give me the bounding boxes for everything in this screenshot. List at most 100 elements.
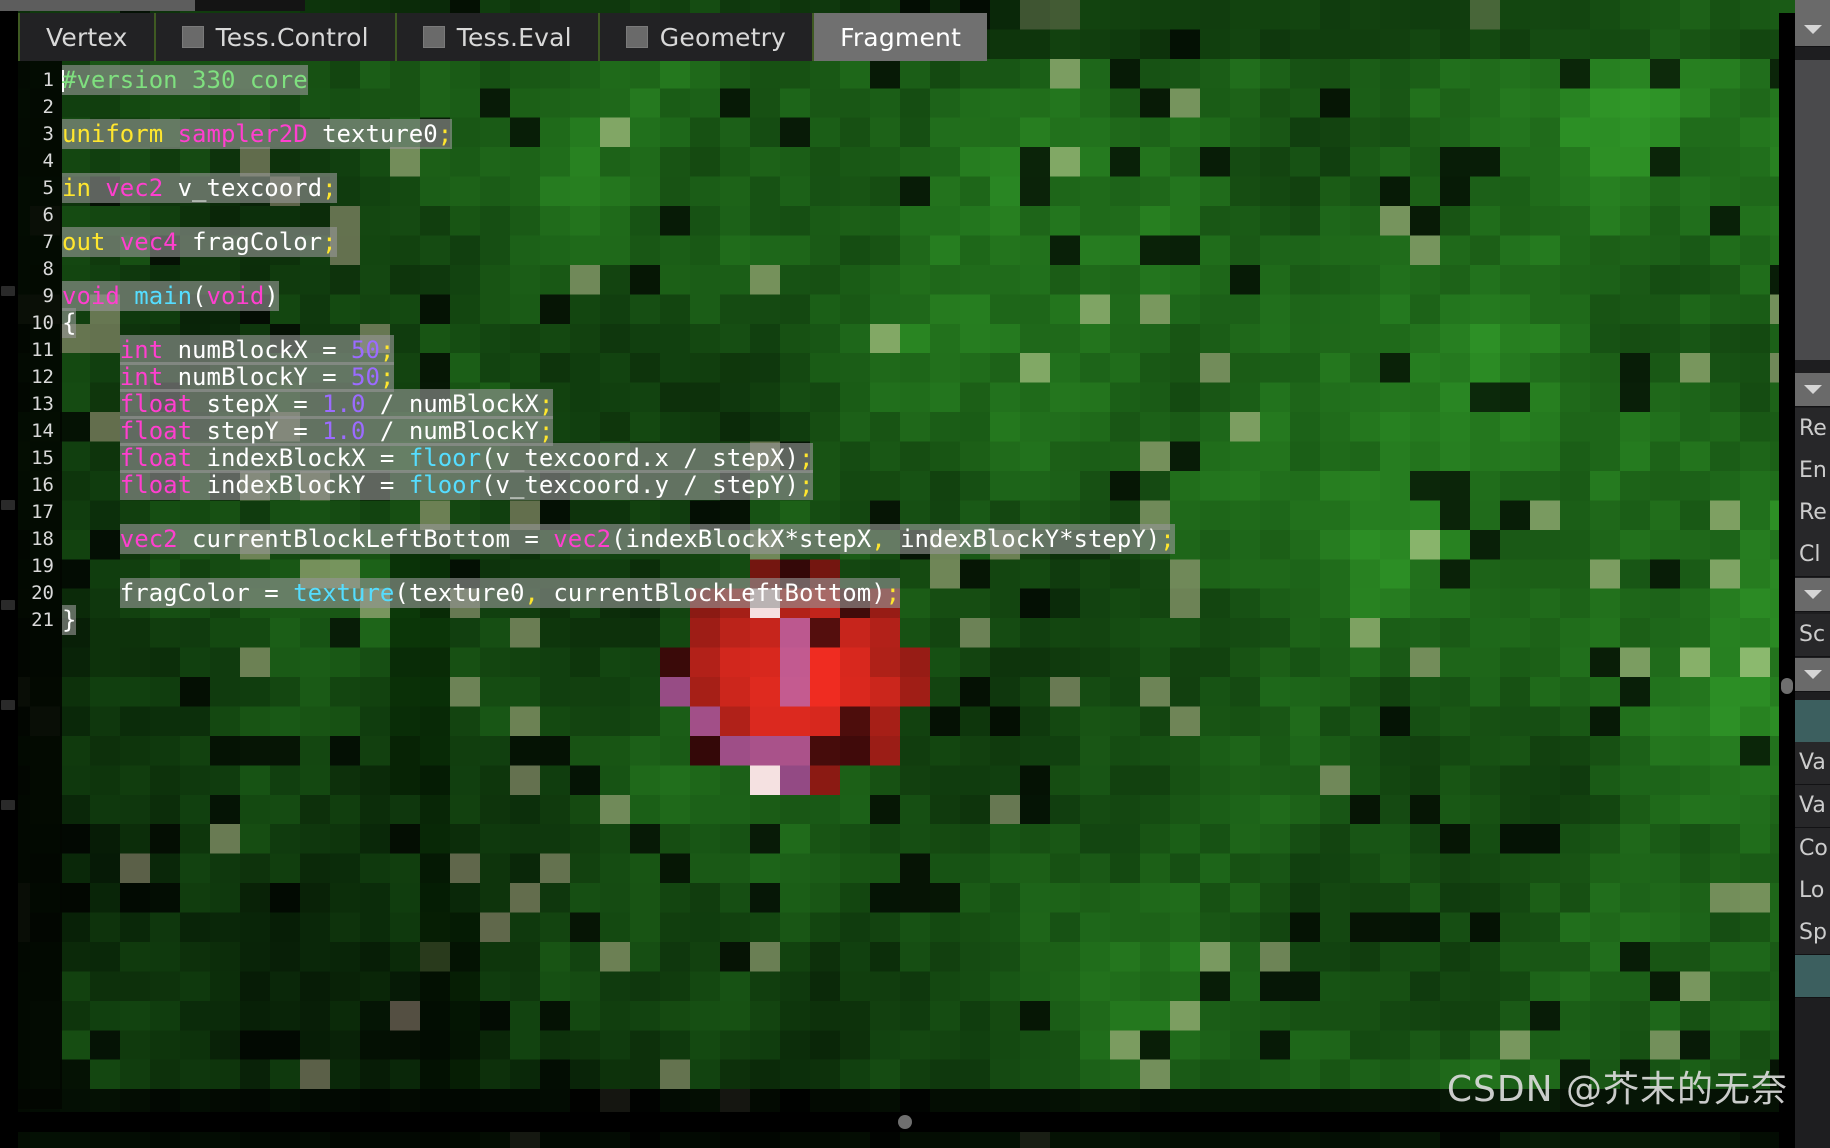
panel-dropdown-header[interactable]: [1795, 658, 1830, 692]
code-line[interactable]: float indexBlockY = floor(v_texcoord.y /…: [62, 470, 1762, 500]
tab-fragment[interactable]: Fragment: [814, 13, 988, 61]
code-line[interactable]: fragColor = texture(texture0, currentBlo…: [62, 578, 1762, 608]
panel-dropdown-header[interactable]: [1795, 373, 1830, 407]
tab-label: Fragment: [840, 22, 962, 52]
code-line-text: float stepY = 1.0 / numBlockY;: [119, 416, 554, 446]
code-line[interactable]: [62, 148, 1762, 175]
panel-row[interactable]: Va: [1795, 785, 1830, 828]
tab-label: Geometry: [659, 22, 787, 52]
code-line-text: vec2 currentBlockLeftBottom = vec2(index…: [119, 524, 1175, 554]
code-line[interactable]: int numBlockX = 50;: [62, 335, 1762, 365]
app-root: Vertex Tess.Control Tess.Eval Geometry Fragm…: [0, 0, 1830, 1148]
code-line-text: {: [62, 308, 77, 338]
code-line[interactable]: [62, 499, 1762, 526]
right-properties-panel[interactable]: Re En Re Cl Sc Va Va Co Lo Sp: [1795, 13, 1830, 1148]
chevron-down-icon[interactable]: [1803, 385, 1822, 394]
code-line[interactable]: in vec2 v_texcoord;: [62, 173, 1762, 203]
panel-row[interactable]: [1795, 955, 1830, 998]
line-number: 14: [31, 420, 54, 442]
line-number: 4: [42, 150, 54, 172]
line-number: 1: [42, 69, 54, 91]
panel-row[interactable]: Sc: [1795, 614, 1830, 657]
code-line[interactable]: float stepY = 1.0 / numBlockY;: [62, 416, 1762, 446]
line-number: 3: [42, 123, 54, 145]
panel-row[interactable]: Va: [1795, 742, 1830, 785]
line-number: 2: [42, 96, 54, 118]
checkbox-icon[interactable]: [422, 26, 445, 48]
panel-row[interactable]: Sp: [1795, 912, 1830, 955]
line-number: 5: [42, 177, 54, 199]
line-number: 15: [31, 447, 54, 469]
code-line-text: #version 330 core: [62, 65, 308, 95]
checkbox-icon[interactable]: [625, 26, 648, 48]
panel-row[interactable]: Re: [1795, 492, 1830, 535]
chevron-down-icon[interactable]: [1803, 590, 1822, 599]
panel-row-label: Re: [1799, 416, 1827, 441]
panel-row[interactable]: Lo: [1795, 870, 1830, 913]
tab-vertex[interactable]: Vertex: [18, 13, 156, 61]
code-line-text: float stepX = 1.0 / numBlockX;: [119, 389, 554, 419]
line-number: 9: [42, 285, 54, 307]
vertical-scrollbar[interactable]: [1779, 13, 1795, 1148]
code-line[interactable]: #version 330 core: [62, 65, 1762, 95]
tab-label: Tess.Control: [215, 22, 369, 52]
line-number: 6: [42, 204, 54, 226]
line-number: 20: [31, 582, 54, 604]
code-line[interactable]: vec2 currentBlockLeftBottom = vec2(index…: [62, 524, 1762, 554]
code-line[interactable]: [62, 94, 1762, 121]
code-line[interactable]: [62, 202, 1762, 229]
panel-row[interactable]: Re: [1795, 408, 1830, 451]
panel-row[interactable]: [1795, 700, 1830, 743]
line-number: 11: [31, 339, 54, 361]
panel-dropdown-header[interactable]: [1795, 578, 1830, 612]
code-line[interactable]: out vec4 fragColor;: [62, 227, 1762, 257]
code-line-text: out vec4 fragColor;: [62, 227, 337, 257]
vertical-scrollbar-thumb[interactable]: [1781, 678, 1793, 694]
glsl-code-editor[interactable]: #version 330 core uniform sampler2D text…: [62, 65, 1762, 635]
horizontal-scrollbar[interactable]: [18, 1112, 1795, 1132]
panel-row-label: Sc: [1799, 622, 1826, 647]
panel-row[interactable]: Co: [1795, 828, 1830, 871]
code-line-text: int numBlockX = 50;: [119, 335, 395, 365]
panel-row-label: Sp: [1799, 920, 1827, 945]
code-line[interactable]: int numBlockY = 50;: [62, 362, 1762, 392]
panel-dropdown-header[interactable]: [1795, 13, 1830, 47]
line-number: 7: [42, 231, 54, 253]
chevron-down-icon[interactable]: [1803, 25, 1822, 34]
panel-row-label: Va: [1799, 793, 1826, 818]
line-number: 17: [31, 501, 54, 523]
editor-line-number-gutter: 1 2 3 4 5 6 7 8 9 10 11 12 13 14 15 16 17 18 19 20 21: [18, 61, 62, 1109]
panel-row-label: Lo: [1799, 878, 1825, 903]
rail-notch: [1, 286, 15, 296]
tab-tess-eval[interactable]: Tess.Eval: [396, 13, 600, 61]
panel-row[interactable]: Cl: [1795, 534, 1830, 577]
line-number: 18: [31, 528, 54, 550]
horizontal-scrollbar-thumb[interactable]: [898, 1115, 912, 1129]
line-number: 10: [31, 312, 54, 334]
code-line[interactable]: [62, 553, 1762, 580]
code-line[interactable]: [62, 256, 1762, 283]
code-line[interactable]: {: [62, 308, 1762, 338]
shader-stage-tabbar[interactable]: Vertex Tess.Control Tess.Eval Geometry Fragm…: [18, 13, 988, 61]
code-line[interactable]: uniform sampler2D texture0;: [62, 119, 1762, 149]
code-line-text: }: [62, 605, 77, 635]
rail-notch: [1, 500, 15, 510]
line-number: 19: [31, 555, 54, 577]
tab-tess-control[interactable]: Tess.Control: [155, 13, 397, 61]
panel-row[interactable]: En: [1795, 450, 1830, 493]
chevron-down-icon[interactable]: [1803, 670, 1822, 679]
panel-spacer: [1795, 60, 1830, 360]
line-number: 16: [31, 474, 54, 496]
code-line[interactable]: void main(void): [62, 281, 1762, 311]
rail-notch: [1, 800, 15, 810]
code-line[interactable]: }: [62, 605, 1762, 635]
code-line[interactable]: float stepX = 1.0 / numBlockX;: [62, 389, 1762, 419]
checkbox-icon[interactable]: [181, 26, 204, 48]
code-line[interactable]: float indexBlockX = floor(v_texcoord.x /…: [62, 443, 1762, 473]
code-line-text: void main(void): [62, 281, 279, 311]
tab-geometry[interactable]: Geometry: [599, 13, 815, 61]
